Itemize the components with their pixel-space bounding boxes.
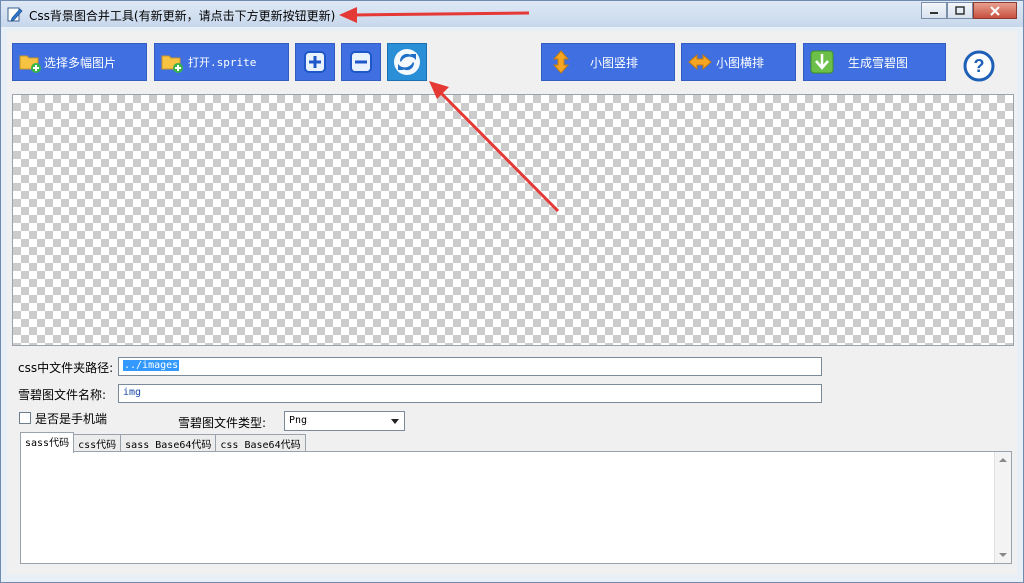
folder-path-label: css中文件夹路径: xyxy=(18,361,114,375)
tab-sass-base64[interactable]: sass Base64代码 xyxy=(120,434,217,452)
update-button[interactable] xyxy=(387,43,427,81)
sprite-name-value: img xyxy=(123,387,142,398)
maximize-button[interactable] xyxy=(947,2,973,19)
folder-path-input[interactable]: ../images xyxy=(118,357,822,376)
download-arrow-icon xyxy=(810,50,834,74)
open-sprite-button[interactable]: 打开.sprite xyxy=(154,43,289,81)
tab-css-base64[interactable]: css Base64代码 xyxy=(215,434,306,452)
maximize-icon xyxy=(955,6,965,15)
main-panel: 选择多幅图片 打开.sprite 小图竖排 小图横排 生成雪碧图 ? css中文… xyxy=(7,31,1017,575)
sprite-name-label: 雪碧图文件名称: xyxy=(18,388,107,402)
zoom-out-button[interactable] xyxy=(341,43,381,81)
window-controls xyxy=(921,2,1017,20)
refresh-icon xyxy=(394,49,420,75)
vertical-layout-button[interactable]: 小图竖排 xyxy=(541,43,675,81)
mobile-checkbox[interactable] xyxy=(19,412,31,424)
horizontal-layout-label: 小图横排 xyxy=(716,55,765,70)
open-sprite-label: 打开.sprite xyxy=(188,56,257,69)
scroll-up-icon[interactable] xyxy=(999,458,1007,462)
app-edit-icon xyxy=(7,7,23,22)
tab-css[interactable]: css代码 xyxy=(73,434,122,452)
zoom-in-button[interactable] xyxy=(295,43,335,81)
minimize-button[interactable] xyxy=(921,2,947,19)
plus-icon xyxy=(304,51,326,73)
minimize-icon xyxy=(930,11,938,14)
file-type-label: 雪碧图文件类型: xyxy=(178,416,267,430)
app-window: Css背景图合并工具(有新更新，请点击下方更新按钮更新) 选择多幅图片 打开.s… xyxy=(0,0,1024,583)
vertical-scrollbar[interactable] xyxy=(994,452,1011,563)
sprite-preview-canvas[interactable] xyxy=(12,94,1014,346)
file-type-select[interactable]: Png xyxy=(284,411,405,431)
folder-add-icon xyxy=(19,55,41,73)
sprite-name-input[interactable]: img xyxy=(118,384,822,403)
mobile-checkbox-label: 是否是手机端 xyxy=(35,412,108,426)
code-tabs: sass代码 css代码 sass Base64代码 css Base64代码 xyxy=(20,432,306,453)
scroll-down-icon[interactable] xyxy=(999,553,1007,557)
horizontal-layout-button[interactable]: 小图横排 xyxy=(681,43,796,81)
vertical-layout-label: 小图竖排 xyxy=(590,55,639,70)
close-icon xyxy=(990,5,1000,16)
select-images-label: 选择多幅图片 xyxy=(44,55,117,70)
tab-sass[interactable]: sass代码 xyxy=(20,432,75,453)
code-output-textarea[interactable] xyxy=(20,451,1012,564)
window-title: Css背景图合并工具(有新更新，请点击下方更新按钮更新) xyxy=(29,9,336,23)
svg-text:?: ? xyxy=(974,56,985,76)
select-images-button[interactable]: 选择多幅图片 xyxy=(12,43,147,81)
folder-open-icon xyxy=(161,55,183,73)
minus-icon xyxy=(350,51,372,73)
file-type-value: Png xyxy=(289,415,308,426)
generate-sprite-button[interactable]: 生成雪碧图 xyxy=(803,43,946,81)
title-bar[interactable]: Css背景图合并工具(有新更新，请点击下方更新按钮更新) xyxy=(1,1,1023,27)
folder-path-value: ../images xyxy=(123,360,180,371)
close-button[interactable] xyxy=(973,2,1017,19)
vertical-arrows-icon xyxy=(552,50,570,74)
generate-sprite-label: 生成雪碧图 xyxy=(848,55,909,70)
horizontal-arrows-icon xyxy=(688,53,712,71)
help-icon[interactable]: ? xyxy=(963,50,995,82)
dropdown-arrow-icon xyxy=(391,419,399,424)
